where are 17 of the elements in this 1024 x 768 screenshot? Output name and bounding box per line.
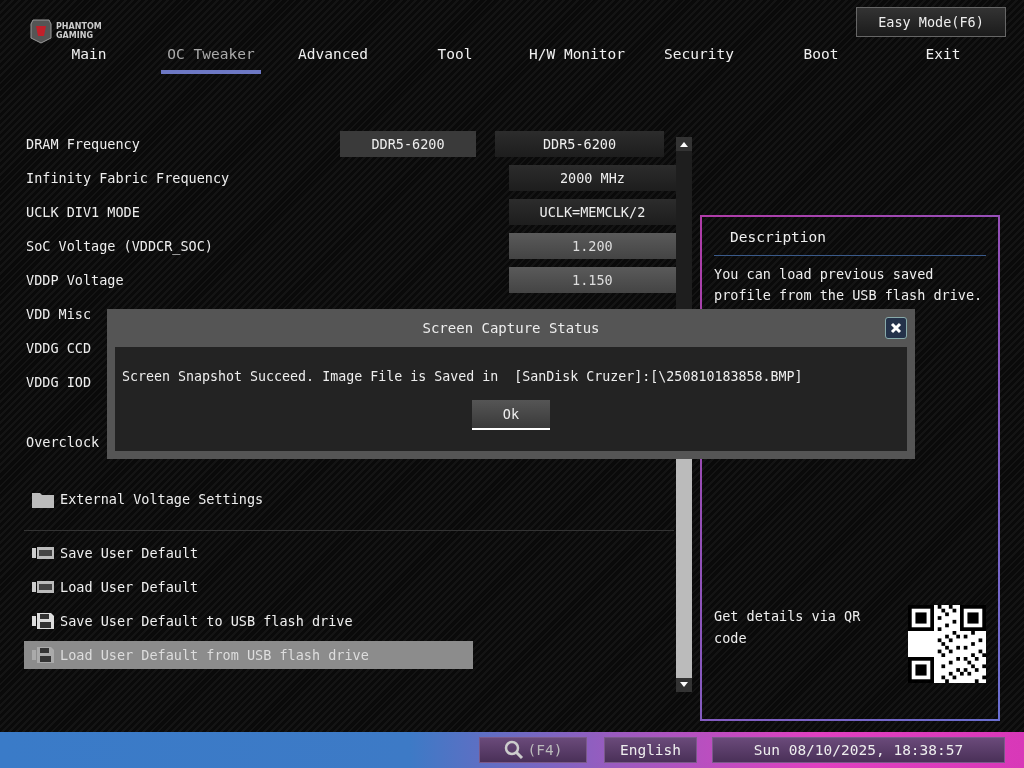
current-value: DDR5-6200 bbox=[340, 131, 476, 157]
setting-label: DRAM Frequency bbox=[26, 136, 140, 152]
setting-label: VDDG CCD bbox=[26, 340, 92, 356]
setting-label: UCLK DIV1 MODE bbox=[26, 204, 140, 220]
setting-label: SoC Voltage (VDDCR_SOC) bbox=[26, 238, 213, 254]
description-title: Description bbox=[714, 229, 986, 256]
description-text: You can load previous saved profile from the USB flash drive. bbox=[714, 265, 984, 305]
dialog-title: Screen Capture Status bbox=[422, 320, 600, 336]
dialog-message: Screen Snapshot Succeed. Image File is Saved in [SanDisk Cruzer]:[\250810183858.BMP] bbox=[122, 369, 803, 384]
setting-label: VDD Misc bbox=[26, 306, 92, 322]
setting-label: Overclock bbox=[26, 434, 100, 450]
qr-label: Get details via QR code bbox=[714, 607, 862, 648]
setting-label: VDDP Voltage bbox=[26, 272, 124, 288]
setting-label: VDDG IOD bbox=[26, 374, 92, 390]
setting-label: Infinity Fabric Frequency bbox=[26, 170, 230, 186]
brand-logo-text: PHANTOM GAMING bbox=[56, 22, 102, 40]
date-time: Sun 08/10/2025, 18:38:57 bbox=[712, 737, 1005, 763]
